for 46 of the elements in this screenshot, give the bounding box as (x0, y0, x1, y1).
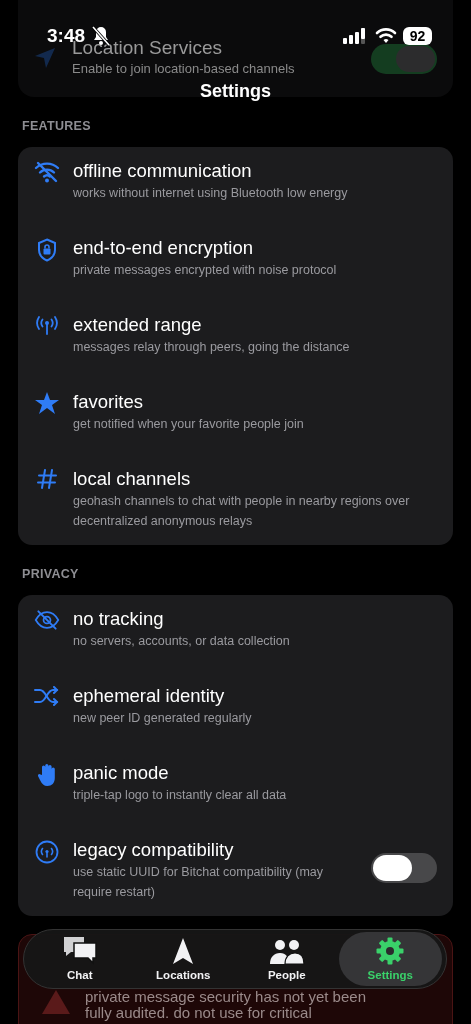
navigation-arrow-icon (172, 937, 195, 965)
setting-description: Enable to join location-based channels (72, 60, 296, 78)
section-header: FEATURES (22, 119, 92, 133)
setting-description: messages relay through peers, going the distance (73, 339, 351, 356)
setting-description: triple-tap logo to instantly clear all data (73, 787, 288, 804)
setting-title: panic mode (73, 761, 170, 785)
setting-description: new peer ID generated regularly (73, 710, 253, 727)
setting-description: geohash channels to chat with people in nearby regions over decentralized anonymous relays (73, 493, 411, 530)
setting-title: no tracking (73, 607, 165, 631)
setting-title: end-to-end encryption (73, 236, 254, 260)
toggle-switch[interactable] (371, 44, 437, 74)
setting-description: private messages encrypted with noise protocol (73, 262, 338, 279)
people-icon (268, 939, 305, 965)
shuffle-icon (34, 686, 60, 706)
antenna-icon (35, 315, 59, 335)
wifi-off-icon (34, 161, 60, 183)
warning-text: fully audited. do not use for critical (85, 1005, 312, 1021)
signal-icon (343, 28, 367, 44)
warning-text: private message security has not yet been (85, 989, 366, 1005)
setting-title: offline communication (73, 159, 253, 183)
eye-slash-icon (34, 609, 60, 631)
gear-icon (376, 937, 405, 965)
setting-title: ephemeral identity (73, 684, 226, 708)
shield-lock-icon (37, 238, 57, 262)
toggle-switch[interactable] (371, 853, 437, 883)
setting-title: extended range (73, 313, 203, 337)
setting-title: favorites (73, 390, 144, 414)
location-arrow-icon (34, 47, 56, 69)
battery-level: 92 (403, 27, 432, 45)
screen-title: Settings (199, 80, 272, 103)
section-header: PRIVACY (22, 567, 80, 581)
tab-item[interactable]: Settings (338, 932, 442, 986)
hashtag-icon (37, 469, 57, 489)
setting-title: local channels (73, 467, 192, 491)
setting-description: get notified when your favorite people join (73, 416, 305, 433)
wifi-icon (375, 27, 397, 44)
star-icon (35, 392, 59, 415)
setting-description: no servers, accounts, or data collection (73, 633, 291, 650)
tab-item[interactable]: Chat (28, 932, 132, 986)
broadcast-icon (35, 840, 59, 864)
tab-item[interactable]: People (235, 932, 339, 986)
setting-description: works without internet using Bluetooth low energy (73, 185, 349, 202)
setting-title: legacy compatibility (73, 838, 235, 862)
setting-description: use static UUID for Bitchat compatibility (may require restart) (73, 864, 325, 901)
hand-icon (37, 763, 57, 787)
tab-item[interactable]: Locations (131, 932, 235, 986)
